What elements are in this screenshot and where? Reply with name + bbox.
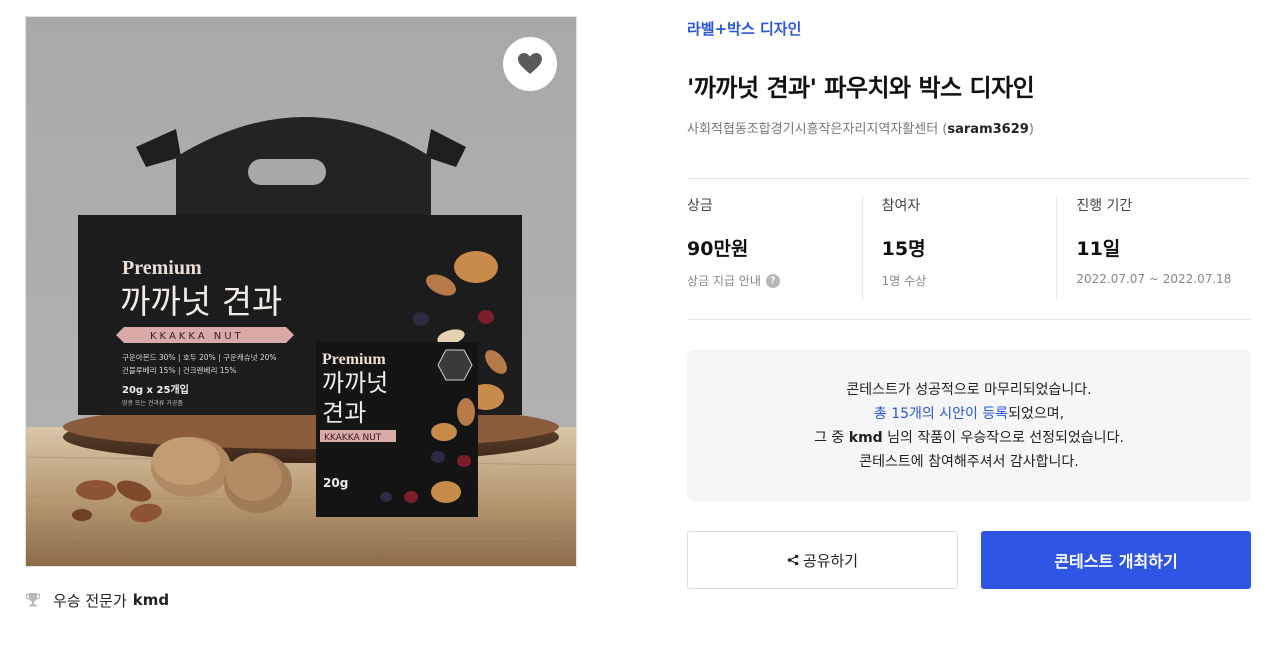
stat-prize-label: 상금 bbox=[687, 198, 713, 214]
notice-line-3: 그 중 kmd 님의 작품이 우승작으로 선정되었습니다. bbox=[814, 426, 1124, 450]
pouch-brand: Premium bbox=[322, 351, 386, 368]
trophy-icon bbox=[25, 592, 41, 608]
box-name: 까까넛 견과 bbox=[120, 282, 282, 321]
stat-duration-value: 11일 bbox=[1076, 238, 1121, 260]
box-subtitle: KKAKKA NUT bbox=[150, 331, 244, 342]
divider-bottom bbox=[687, 319, 1251, 320]
stat-participants-value: 15명 bbox=[881, 238, 926, 260]
winner-info: 우승 전문가 kmd bbox=[25, 588, 169, 612]
box-ingredients-1: 구운아몬드 30% | 호두 20% | 구운캐슈넛 20% bbox=[122, 352, 277, 362]
stat-prize-sub: 상금 지급 안내 ? bbox=[687, 272, 862, 289]
box-quantity: 20g x 25개입 bbox=[122, 383, 189, 396]
host-contest-button[interactable]: 콘테스트 개최하기 bbox=[981, 531, 1251, 589]
share-icon bbox=[787, 554, 799, 566]
box-brand: Premium bbox=[122, 257, 202, 279]
host-contest-button-label: 콘테스트 개최하기 bbox=[1054, 552, 1178, 571]
winner-name[interactable]: kmd bbox=[133, 591, 169, 609]
stat-prize-value: 90만원 bbox=[687, 238, 749, 260]
question-icon[interactable]: ? bbox=[765, 273, 780, 288]
notice-line-3-post: 님의 작품이 우승작으로 선정되었습니다. bbox=[882, 429, 1124, 446]
notice-line-1: 콘테스트가 성공적으로 마무리되었습니다. bbox=[846, 381, 1092, 398]
share-button-label: 공유하기 bbox=[802, 551, 859, 570]
submissions-link[interactable]: 총 15개의 시안이 등록 bbox=[874, 406, 1008, 422]
organizer-name: 사회적협동조합경기시흥작은자리지역자활센터 bbox=[687, 122, 939, 137]
contest-category[interactable]: 라벨+박스 디자인 bbox=[687, 18, 801, 39]
notice-line-4: 콘테스트에 참여해주셔서 감사합니다. bbox=[859, 453, 1079, 470]
notice-winner-name: kmd bbox=[848, 429, 883, 446]
box-ingredients-2: 건블루베리 15% | 건크랜베리 15% bbox=[122, 365, 236, 375]
stat-duration-label: 진행 기간 bbox=[1076, 198, 1133, 214]
contest-image[interactable]: Premium 까까넛 견과 KKAKKA NUT 구운아몬드 30% | 호두… bbox=[25, 16, 577, 567]
product-illustration: Premium 까까넛 견과 KKAKKA NUT 구운아몬드 30% | 호두… bbox=[26, 17, 576, 566]
divider-top bbox=[687, 178, 1251, 179]
contest-organizer: 사회적협동조합경기시흥작은자리지역자활센터 (saram3629) bbox=[687, 122, 1034, 137]
stat-participants: 참여자 15명 1명 수상 bbox=[861, 196, 1057, 300]
organizer-handle[interactable]: saram3629 bbox=[947, 122, 1028, 137]
stat-duration-sub: 2022.07.07 ~ 2022.07.18 bbox=[1076, 272, 1232, 286]
box-handle-hole bbox=[248, 159, 326, 185]
notice-line-3-pre: 그 중 bbox=[814, 429, 849, 446]
stat-prize: 상금 90만원 상금 지급 안내 ? bbox=[687, 196, 862, 300]
share-button[interactable]: 공유하기 bbox=[687, 531, 958, 589]
pouch-name-2: 견과 bbox=[322, 399, 366, 427]
winner-label: 우승 전문가 bbox=[53, 591, 127, 610]
heart-icon bbox=[518, 53, 542, 74]
notice-line-2: 총 15개의 시안이 등록되었으며, bbox=[874, 402, 1064, 426]
contest-stats: 상금 90만원 상금 지급 안내 ? 참여자 15명 1명 수상 진행 기간 1… bbox=[687, 196, 1251, 300]
stat-duration: 진행 기간 11일 2022.07.07 ~ 2022.07.18 bbox=[1056, 196, 1251, 300]
completion-notice: 콘테스트가 성공적으로 마무리되었습니다. 총 15개의 시안이 등록되었으며,… bbox=[687, 349, 1251, 502]
pouch-subtitle: KKAKKA NUT bbox=[324, 433, 382, 443]
pouch-weight: 20g bbox=[323, 476, 348, 490]
box-note: 땅콩 또는 견과류 가공품 bbox=[122, 399, 183, 407]
stat-participants-sub: 1명 수상 bbox=[881, 274, 927, 288]
contest-title: '까까넛 견과' 파우치와 박스 디자인 bbox=[687, 74, 1035, 102]
favorite-button[interactable] bbox=[503, 37, 557, 91]
prize-payment-info: 상금 지급 안내 bbox=[687, 274, 761, 288]
stat-participants-label: 참여자 bbox=[881, 198, 921, 214]
pouch-name-1: 까까넛 bbox=[322, 369, 388, 397]
notice-line-2-rest: 되었으며, bbox=[1008, 405, 1065, 422]
